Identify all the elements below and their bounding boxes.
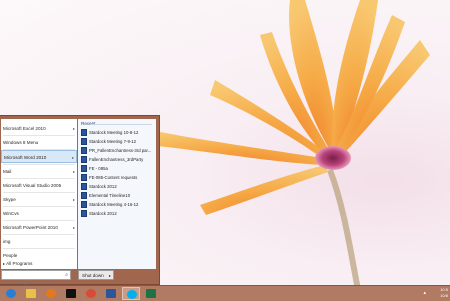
recent-item-label: FE-085-Content requests [89, 175, 138, 180]
taskbar-button-cmd[interactable] [62, 287, 80, 300]
taskbar: ▴ 10:5 10/8 [0, 285, 450, 301]
start-item-img[interactable]: img [1, 235, 77, 248]
command-prompt-icon [66, 289, 76, 298]
word-document-icon [81, 147, 87, 155]
search-icon[interactable]: ⌕ [65, 272, 68, 278]
shutdown-button[interactable]: Shut down ▸ [78, 270, 114, 280]
recent-item-label: Elemental Timeline10 [89, 193, 131, 198]
start-item-word[interactable]: Microsoft Word 2010 ▸ [1, 150, 77, 163]
word-document-icon [81, 210, 87, 218]
chrome-icon [86, 289, 96, 298]
start-item-mail[interactable]: Mail ▸ [1, 165, 77, 178]
recent-item[interactable]: Stardock Meeting 7-9-12 [81, 137, 155, 146]
recent-item[interactable]: Stardock Meeting 4-16-12 [81, 200, 155, 209]
start-item-label: img [3, 239, 11, 244]
word-document-icon [81, 192, 87, 200]
start-item-label: People [3, 253, 18, 258]
word-document-icon [81, 201, 87, 209]
recent-documents-pane: Recent Stardock Meeting 10-8-12 Stardock… [78, 119, 156, 269]
all-programs-label: All Programs [6, 261, 33, 266]
recent-item-label: FallenEnchantress_3rdParty [89, 157, 144, 162]
recent-item-label: FE - 085a [89, 166, 108, 171]
recent-item[interactable]: Stardock 2012 [81, 182, 155, 191]
start-item-label: Microsoft Word 2010 [4, 155, 47, 160]
word-document-icon [81, 156, 87, 164]
start-item-label: WinCvs [3, 211, 19, 216]
excel-icon [146, 289, 156, 298]
taskbar-button-chrome[interactable] [82, 287, 100, 300]
start-item-windows8menu[interactable]: Windows 8 Menu [1, 136, 77, 149]
taskbar-button-explorer[interactable] [22, 287, 40, 300]
recent-item[interactable]: PR_FallenEnchantress-3rd par... [81, 146, 155, 155]
recent-item[interactable]: FE - 085a [81, 164, 155, 173]
internet-explorer-icon [6, 289, 16, 298]
start-item-powerpoint[interactable]: Microsoft PowerPoint 2010 ▸ [1, 221, 77, 234]
word-document-icon [81, 138, 87, 146]
file-explorer-icon [26, 289, 36, 298]
skype-icon [127, 290, 137, 299]
taskbar-button-skype[interactable] [122, 287, 140, 300]
chevron-right-icon[interactable]: ▸ [73, 221, 75, 234]
recent-item[interactable]: FallenEnchantress_3rdParty [81, 155, 155, 164]
recent-item-label: PR_FallenEnchantress-3rd par... [89, 148, 152, 153]
chevron-right-icon[interactable]: ▸ [72, 151, 74, 162]
start-item-skype[interactable]: Skype ▸ [1, 193, 77, 206]
recent-item[interactable]: Elemental Timeline10 [81, 191, 155, 200]
shutdown-label: Shut down [82, 273, 104, 278]
start-menu: Microsoft Excel 2010 ▸ Windows 8 Menu Mi… [0, 115, 160, 287]
start-item-wincvs[interactable]: WinCvs [1, 207, 77, 220]
start-menu-programs-pane: Microsoft Excel 2010 ▸ Windows 8 Menu Mi… [1, 119, 77, 269]
recent-item-label: Stardock Meeting 10-8-12 [89, 130, 139, 135]
start-item-visual-studio[interactable]: Microsoft Visual Studio 2005 [1, 179, 77, 192]
chevron-right-icon[interactable]: ▸ [73, 193, 75, 206]
search-box[interactable]: ⌕ [1, 270, 71, 287]
word-document-icon [81, 165, 87, 173]
recent-item-label: Stardock Meeting 4-16-12 [89, 202, 139, 207]
chevron-right-icon[interactable]: ▸ [73, 165, 75, 178]
network-icon[interactable]: ▴ [423, 290, 426, 296]
start-item-label: Microsoft Excel 2010 [3, 126, 46, 131]
taskbar-button-firefox[interactable] [42, 287, 60, 300]
clock-date: 10/8 [440, 293, 448, 298]
start-item-label: Microsoft PowerPoint 2010 [3, 225, 58, 230]
chevron-right-icon[interactable]: ▸ [73, 122, 75, 135]
word-icon [106, 289, 116, 298]
start-item-label: Skype [3, 197, 16, 202]
start-item-label: Mail [3, 169, 12, 174]
firefox-icon [46, 289, 56, 298]
recent-item-label: Stardock 2012 [89, 211, 117, 216]
start-item-label: Windows 8 Menu [3, 140, 39, 145]
recent-item-label: Stardock Meeting 7-9-12 [89, 139, 137, 144]
word-document-icon [81, 129, 87, 137]
word-document-icon [81, 183, 87, 191]
taskbar-button-word[interactable] [102, 287, 120, 300]
word-document-icon [81, 174, 87, 182]
recent-item[interactable]: Stardock 2012 [81, 209, 155, 218]
all-programs-link[interactable]: All Programs [3, 261, 32, 266]
taskbar-button-ie[interactable] [2, 287, 20, 300]
start-item-excel[interactable]: Microsoft Excel 2010 ▸ [1, 122, 77, 135]
recent-item[interactable]: FE-085-Content requests [81, 173, 155, 182]
start-item-label: Microsoft Visual Studio 2005 [3, 183, 62, 188]
taskbar-button-excel[interactable] [142, 287, 160, 300]
divider [92, 124, 152, 125]
chevron-right-icon[interactable]: ▸ [109, 271, 111, 280]
clock[interactable]: 10:5 10/8 [440, 287, 448, 299]
recent-item[interactable]: Stardock Meeting 10-8-12 [81, 128, 155, 137]
recent-item-label: Stardock 2012 [89, 184, 117, 189]
